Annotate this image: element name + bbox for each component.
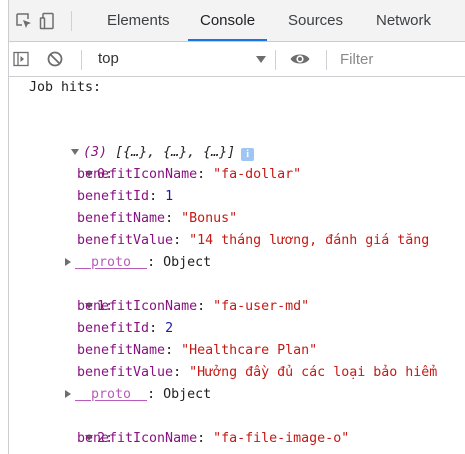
info-icon[interactable]: i xyxy=(241,148,255,161)
console-toolbar: top xyxy=(9,42,465,77)
proto-row[interactable]: __proto__: Object xyxy=(65,252,211,274)
array-item-header[interactable]: 0: xyxy=(37,142,113,182)
console-log-label: Job hits: xyxy=(29,80,102,95)
tab-console[interactable]: Console xyxy=(187,0,268,41)
array-item-header[interactable]: 2: xyxy=(37,406,113,446)
array-item-header[interactable]: 1: xyxy=(37,274,113,314)
proto-row[interactable]: __proto__: Object xyxy=(65,384,211,406)
collapse-triangle-icon[interactable] xyxy=(65,390,71,398)
array-summary-row[interactable]: (3) [{…}, {…}, {…}] i xyxy=(23,120,255,161)
property-row: benefitName: "Healthcare Plan" xyxy=(77,343,318,358)
tab-sources[interactable]: Sources xyxy=(288,0,343,41)
devtools-panel: Elements Console Sources Network top Fil… xyxy=(8,0,465,454)
chevron-down-icon[interactable] xyxy=(256,56,266,63)
tab-network[interactable]: Network xyxy=(376,0,431,41)
property-row: benefitIconName: "fa-user-md" xyxy=(77,299,310,314)
property-row: benefitIconName: "fa-dollar" xyxy=(77,167,302,182)
clear-console-icon[interactable] xyxy=(46,50,64,68)
console-sidebar-icon[interactable] xyxy=(13,51,29,67)
console-filter-input[interactable] xyxy=(340,47,460,71)
toolbar-divider xyxy=(81,50,82,70)
property-row: benefitValue: "14 tháng lương, đánh giá … xyxy=(77,233,430,248)
toolbar-divider xyxy=(275,50,276,70)
property-row: benefitId: 3 xyxy=(77,450,173,454)
property-row: benefitValue: "Hưởng đầy đủ các loại bảo… xyxy=(77,365,438,380)
devtools-tab-bar: Elements Console Sources Network xyxy=(9,0,465,42)
inspect-element-icon[interactable] xyxy=(15,12,33,30)
console-output: Job hits: (3) [{…}, {…}, {…}] i 0: benefi… xyxy=(9,77,465,454)
toolbar-divider xyxy=(326,50,327,70)
device-toolbar-icon[interactable] xyxy=(39,12,57,30)
context-selector[interactable]: top xyxy=(98,50,119,67)
toolbar-divider xyxy=(71,11,72,31)
tab-elements[interactable]: Elements xyxy=(107,0,170,41)
property-row: benefitIconName: "fa-file-image-o" xyxy=(77,431,350,446)
collapse-triangle-icon[interactable] xyxy=(65,258,71,266)
live-expression-eye-icon[interactable] xyxy=(289,51,311,67)
property-row: benefitName: "Bonus" xyxy=(77,211,238,226)
property-row: benefitId: 2 xyxy=(77,321,174,336)
property-row: benefitId: 1 xyxy=(77,189,174,204)
